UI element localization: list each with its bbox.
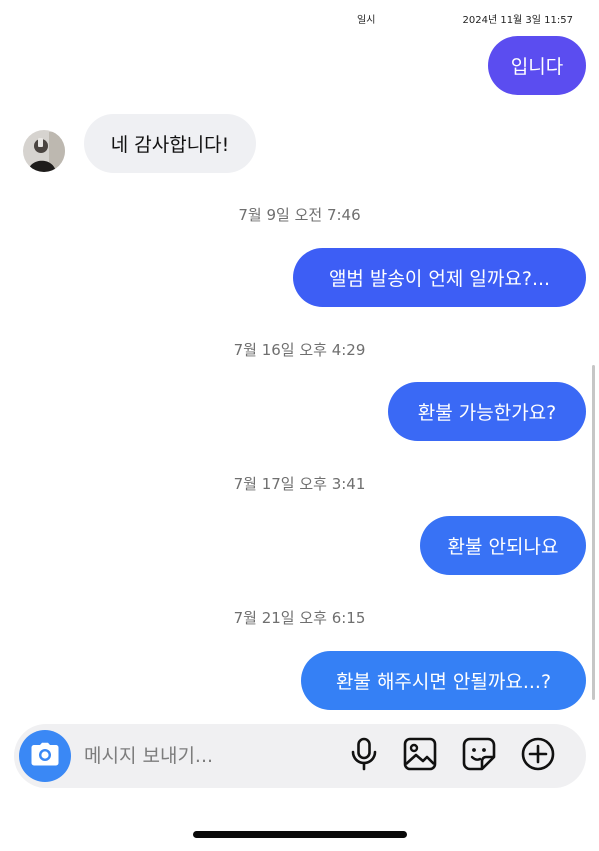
scrollbar[interactable] xyxy=(592,365,595,700)
microphone-icon xyxy=(350,737,378,775)
status-bar: 일시 2024년 11월 3일 11:57 xyxy=(0,0,599,34)
status-datetime: 2024년 11월 3일 11:57 xyxy=(462,15,574,26)
message-timestamp: 7월 21일 오후 6:15 xyxy=(233,609,366,627)
message-text: 환불 해주시면 안될까요...? xyxy=(335,671,552,693)
message-text: 환불 안되나요 xyxy=(447,536,559,558)
message-bubble-incoming[interactable]: 네 감사합니다! xyxy=(84,114,256,173)
message-input[interactable] xyxy=(84,740,324,772)
message-timestamp: 7월 9일 오전 7:46 xyxy=(238,206,361,224)
message-timestamp: 7월 17일 오후 3:41 xyxy=(233,475,366,493)
message-bubble-outgoing[interactable]: 환불 해주시면 안될까요...? xyxy=(301,651,586,710)
microphone-button[interactable] xyxy=(346,737,382,775)
message-text: 환불 가능한가요? xyxy=(417,402,557,424)
message-bubble-outgoing[interactable]: 입니다 xyxy=(488,36,586,95)
more-options-button[interactable] xyxy=(520,737,556,775)
message-text: 앨범 발송이 언제 일까요?... xyxy=(328,268,551,290)
home-indicator[interactable] xyxy=(193,831,407,838)
avatar[interactable] xyxy=(23,130,65,172)
camera-icon xyxy=(31,742,59,770)
sticker-button[interactable] xyxy=(461,737,497,775)
message-text: 네 감사합니다! xyxy=(110,134,230,156)
image-icon xyxy=(403,737,437,775)
message-bubble-outgoing[interactable]: 환불 안되나요 xyxy=(420,516,586,575)
chat-screen: 일시 2024년 11월 3일 11:57 입니다 네 감사합니다! 7월 9일… xyxy=(0,0,599,851)
camera-button[interactable] xyxy=(19,730,71,782)
status-center-text: 일시 xyxy=(357,15,376,26)
message-composer xyxy=(14,724,586,788)
message-text: 입니다 xyxy=(510,56,564,78)
message-bubble-outgoing[interactable]: 앨범 발송이 언제 일까요?... xyxy=(293,248,586,307)
plus-circle-icon xyxy=(521,737,555,775)
gallery-button[interactable] xyxy=(402,737,438,775)
message-bubble-outgoing[interactable]: 환불 가능한가요? xyxy=(388,382,586,441)
message-timestamp: 7월 16일 오후 4:29 xyxy=(233,341,366,359)
sticker-icon xyxy=(462,737,496,775)
